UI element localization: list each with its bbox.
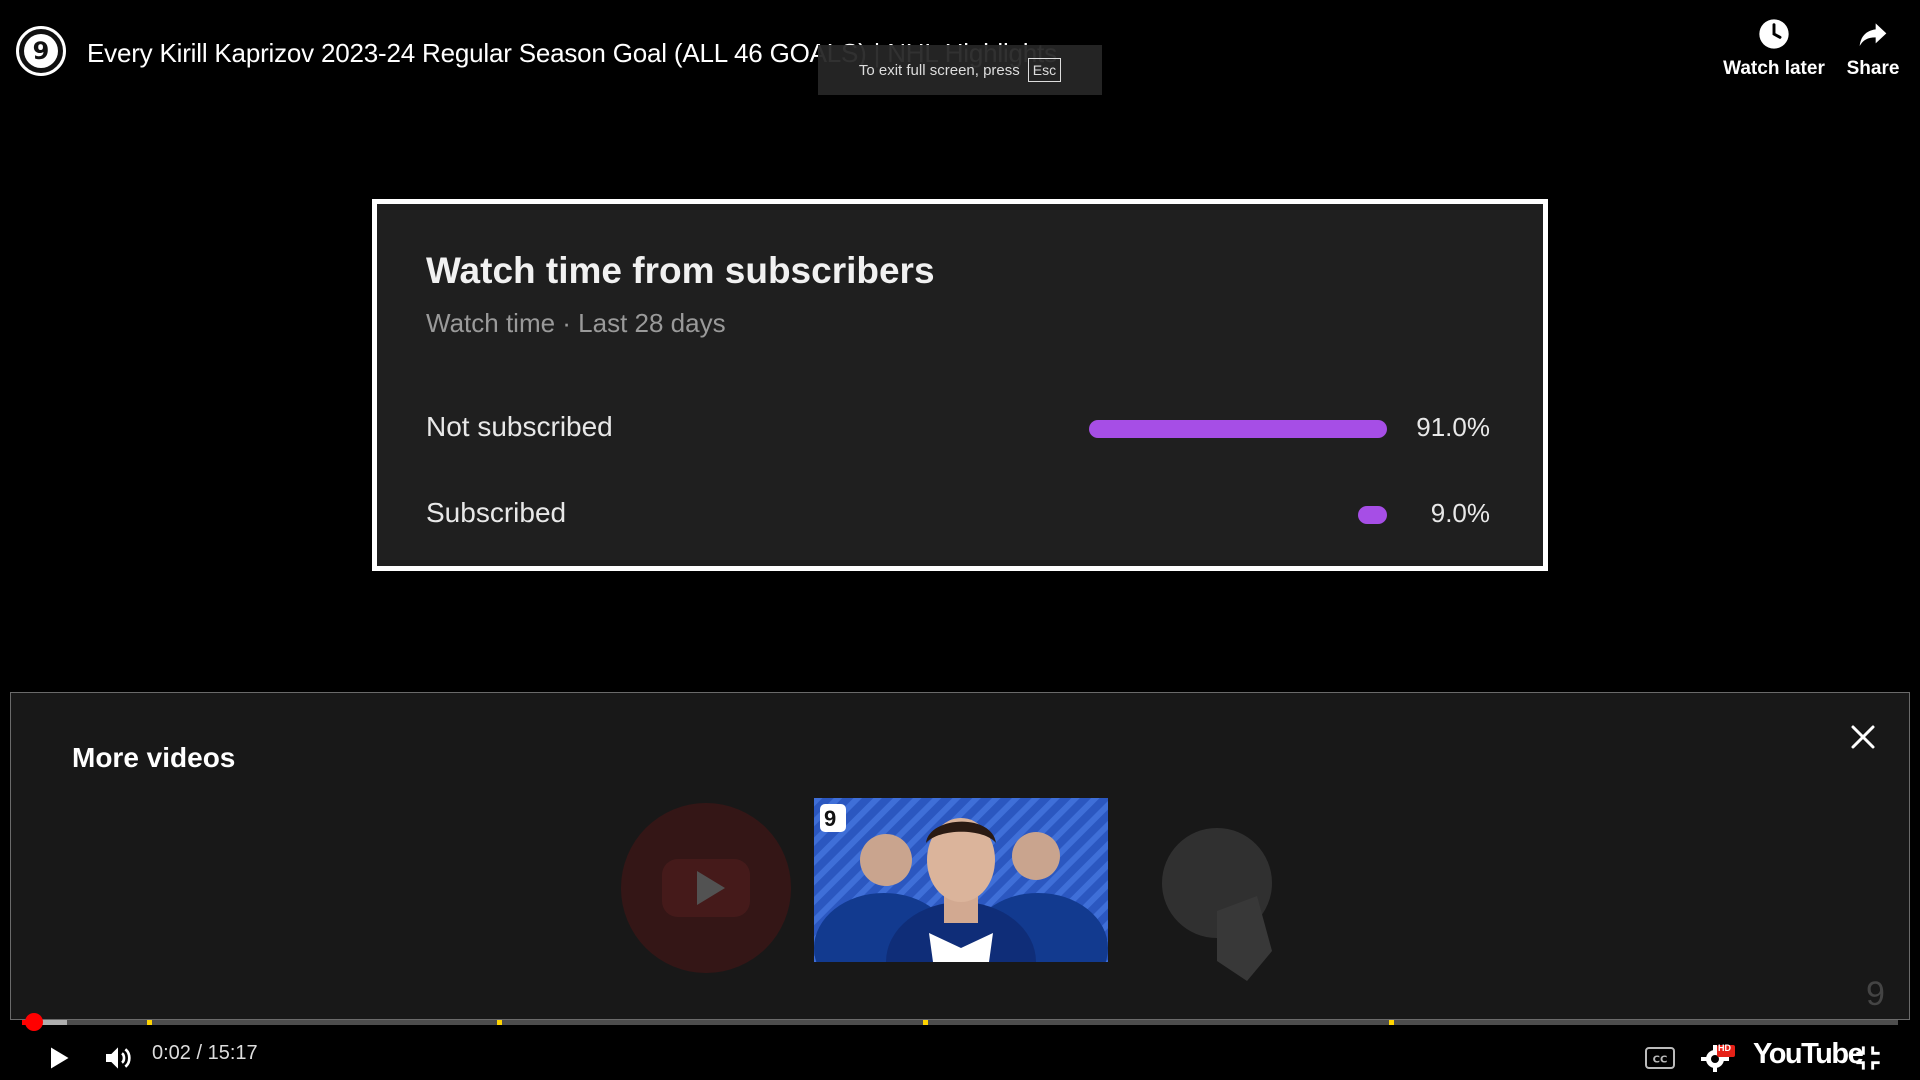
share-icon — [1859, 23, 1887, 46]
channel-avatar[interactable]: 9 — [16, 26, 66, 76]
row-label-subscribed: Subscribed — [426, 497, 567, 528]
time-display: 0:02 / 15:17 — [152, 1042, 258, 1064]
watch-time-card: Watch time from subscribers Watch time ·… — [372, 199, 1548, 571]
watch-later-label: Watch later — [1723, 58, 1825, 79]
row-label-not-subscribed: Not subscribed — [426, 411, 613, 442]
more-videos-panel: More videos 9 9 — [10, 692, 1910, 1020]
bar-not-subscribed — [1089, 420, 1387, 438]
svg-text:CC: CC — [1653, 1055, 1668, 1066]
chapter-marker — [497, 1020, 502, 1025]
progress-bar[interactable] — [22, 1020, 1898, 1025]
close-icon — [1851, 725, 1875, 749]
subtitles-button[interactable]: CC — [1638, 1036, 1682, 1080]
value-not-subscribed: 91.0% — [1416, 412, 1490, 442]
card-title: Watch time from subscribers — [426, 250, 935, 291]
video-thumbnail[interactable]: 9 — [814, 798, 1108, 962]
channel-watermark: 9 — [1866, 975, 1885, 1013]
exit-fullscreen-toast: To exit full screen, press Esc — [818, 45, 1102, 95]
settings-button[interactable]: HD — [1696, 1036, 1740, 1080]
exit-fullscreen-icon — [1856, 1046, 1880, 1070]
chapter-marker — [923, 1020, 928, 1025]
thumbnail-image — [814, 798, 1108, 962]
clock-icon — [1759, 19, 1789, 49]
exit-fullscreen-button[interactable] — [1846, 1036, 1890, 1080]
thumbnail-badge: 9 — [824, 806, 837, 831]
share-label: Share — [1846, 58, 1900, 79]
more-videos-title: More videos — [72, 742, 236, 773]
toast-key: Esc — [1027, 58, 1062, 82]
progress-scrubber[interactable] — [24, 1013, 43, 1031]
closed-captions-icon: CC — [1645, 1047, 1675, 1069]
watch-later-button[interactable]: Watch later — [1718, 18, 1830, 80]
volume-icon — [106, 1047, 131, 1069]
bar-subscribed — [1358, 506, 1387, 524]
play-icon — [51, 1047, 69, 1069]
mute-button[interactable] — [96, 1036, 140, 1080]
toast-text: To exit full screen, press — [858, 61, 1020, 79]
hd-badge: HD — [1718, 1043, 1731, 1053]
share-button[interactable]: Share — [1840, 18, 1906, 80]
chapter-marker — [147, 1020, 152, 1025]
play-button[interactable] — [36, 1036, 80, 1080]
value-subscribed: 9.0% — [1430, 498, 1490, 528]
close-more-videos-button[interactable] — [1843, 717, 1883, 757]
card-subtitle: Watch time · Last 28 days — [426, 308, 726, 338]
chapter-marker — [1389, 1020, 1394, 1025]
channel-avatar-digit: 9 — [24, 34, 58, 68]
